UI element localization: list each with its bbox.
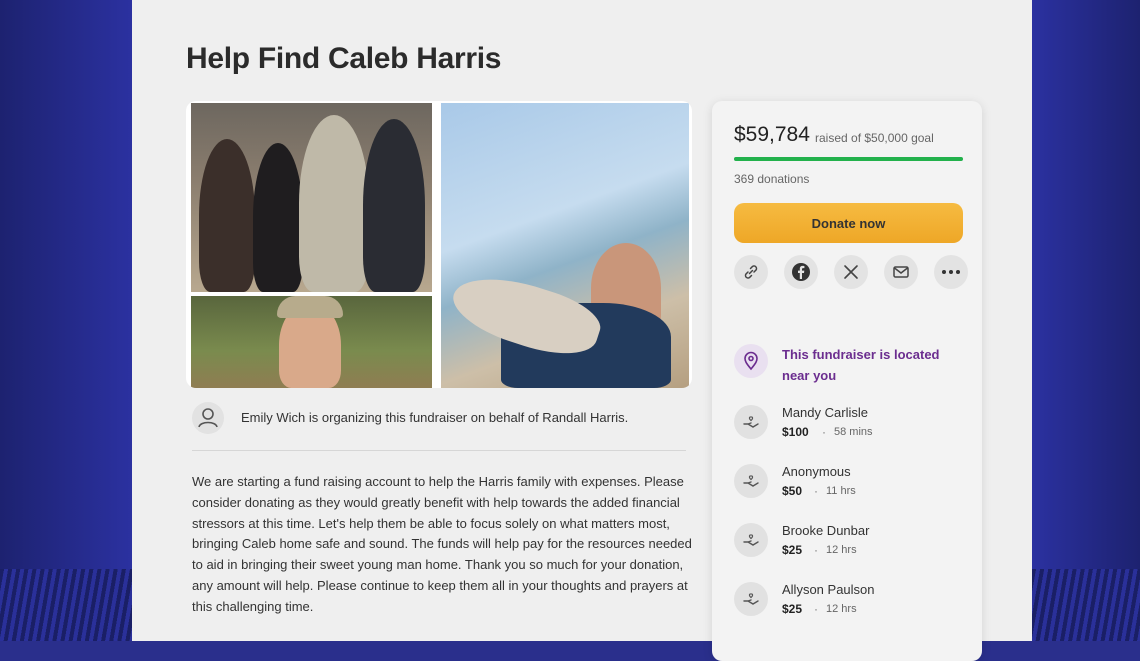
separator-dot: · — [822, 425, 826, 439]
progress-bar — [734, 157, 963, 161]
background-left — [0, 0, 132, 641]
progress-fill — [734, 157, 963, 161]
beach-fishing-photo — [441, 103, 689, 388]
more-icon[interactable] — [934, 255, 968, 289]
separator-dot: · — [814, 543, 818, 557]
donation-sidebar: $59,784 raised of $50,000 goal 369 donat… — [712, 101, 982, 661]
donor-item: Allyson Paulson $25 · 12 hrs — [734, 580, 974, 624]
location-note: This fundraiser is located near you — [734, 342, 974, 386]
background-stripes-left — [0, 569, 132, 641]
link-icon[interactable] — [734, 255, 768, 289]
location-text: This fundraiser is located near you — [782, 347, 940, 383]
story-text: We are starting a fund raising account t… — [192, 474, 692, 614]
separator-dot: · — [814, 484, 818, 498]
goal-text: raised of $50,000 goal — [815, 131, 934, 145]
donor-name: Mandy Carlisle — [782, 405, 868, 420]
donor-name: Allyson Paulson — [782, 582, 875, 597]
organizer-text: Emily Wich is organizing this fundraiser… — [241, 410, 629, 425]
donor-amount: $100 — [782, 425, 809, 439]
donor-amount: $25 — [782, 602, 803, 616]
fundraiser-photo-collage[interactable] — [186, 101, 692, 388]
mail-icon[interactable] — [884, 255, 918, 289]
donation-count: 369 donations — [734, 172, 810, 186]
donor-name: Brooke Dunbar — [782, 523, 870, 538]
share-buttons — [734, 255, 970, 291]
donor-item: Brooke Dunbar $25 · 12 hrs — [734, 521, 974, 565]
donor-time: 12 hrs — [826, 544, 857, 556]
donor-amount: $25 — [782, 543, 803, 557]
donor-time: 11 hrs — [826, 485, 856, 497]
background-right — [1032, 0, 1140, 641]
outdoor-portrait-photo — [191, 296, 432, 388]
person-icon — [192, 402, 224, 434]
donor-name: Anonymous — [782, 464, 851, 479]
amount-raised: $59,784 — [734, 123, 810, 146]
fundraiser-page: Help Find Caleb Harris Emily Wich is org… — [132, 0, 1032, 661]
donation-hand-icon — [734, 464, 768, 498]
organizer-info: Emily Wich is organizing this fundraiser… — [192, 400, 692, 436]
donor-time: 12 hrs — [826, 603, 857, 615]
x-icon[interactable] — [834, 255, 868, 289]
donor-amount: $50 — [782, 484, 803, 498]
separator-dot: · — [814, 602, 818, 616]
donate-now-button[interactable]: Donate now — [734, 203, 963, 243]
donation-hand-icon — [734, 523, 768, 557]
donor-time: 58 mins — [834, 426, 873, 438]
donation-hand-icon — [734, 582, 768, 616]
page-title: Help Find Caleb Harris — [186, 42, 502, 75]
donor-item: Mandy Carlisle $100 · 58 mins — [734, 403, 974, 447]
donor-item: Anonymous $50 · 11 hrs — [734, 462, 974, 506]
divider — [192, 450, 686, 451]
background-stripes-right — [1032, 569, 1140, 641]
donation-hand-icon — [734, 405, 768, 439]
facebook-icon[interactable] — [784, 255, 818, 289]
location-pin-icon — [734, 344, 768, 378]
family-photo — [191, 103, 432, 292]
